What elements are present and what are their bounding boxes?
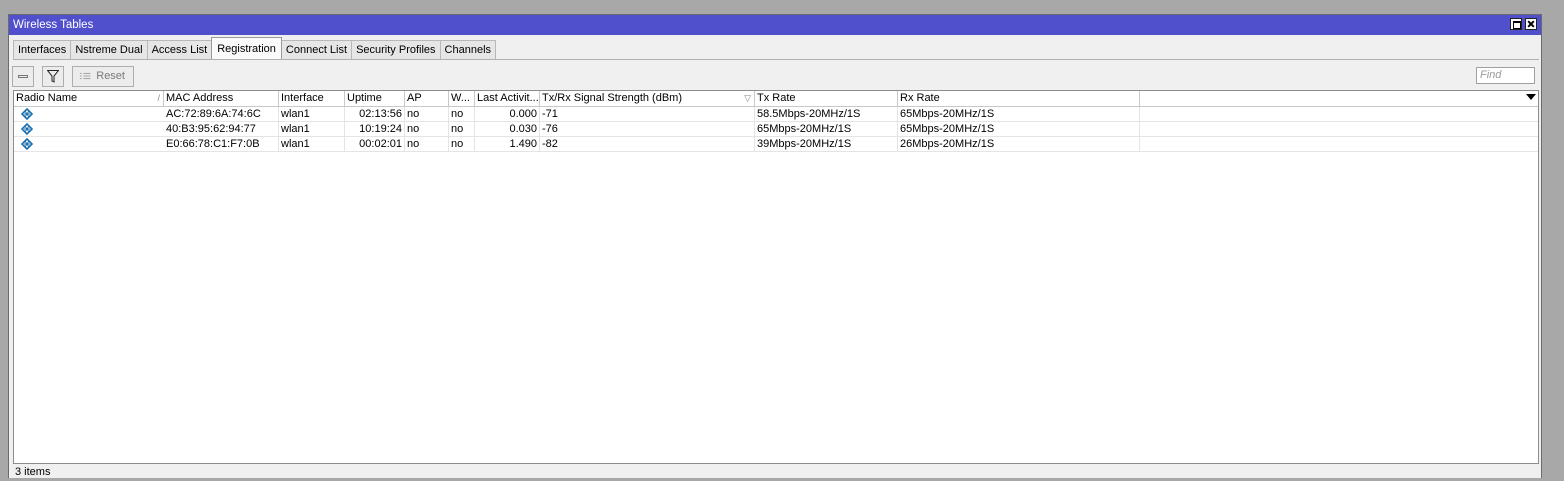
cell-interface: wlan1 bbox=[279, 137, 345, 151]
cell-interface: wlan1 bbox=[279, 107, 345, 121]
table-row[interactable]: E0:66:78:C1:F7:0B wlan1 00:02:01 no no 1… bbox=[14, 137, 1538, 152]
column-header-rx-rate[interactable]: Rx Rate bbox=[898, 91, 1140, 106]
toolbar: Reset bbox=[12, 65, 134, 87]
cell-w: no bbox=[449, 137, 475, 151]
sort-indicator-icon: / bbox=[157, 93, 160, 103]
cell-uptime: 10:19:24 bbox=[345, 122, 405, 136]
filter-button[interactable] bbox=[42, 65, 64, 87]
filter-icon bbox=[47, 69, 59, 83]
cell-uptime: 02:13:56 bbox=[345, 107, 405, 121]
reset-button[interactable]: Reset bbox=[72, 65, 134, 87]
status-bar-count: 3 items bbox=[15, 466, 51, 478]
cell-mac: E0:66:78:C1:F7:0B bbox=[164, 137, 279, 151]
cell-ap: no bbox=[405, 122, 449, 136]
cell-w: no bbox=[449, 122, 475, 136]
column-header-w[interactable]: W... bbox=[449, 91, 475, 106]
cell-signal: -82 bbox=[540, 137, 755, 151]
wireless-tables-window: Wireless Tables Interfaces Nstreme Dual … bbox=[8, 14, 1542, 478]
column-dropdown-icon[interactable] bbox=[1526, 94, 1536, 100]
cell-last-activity: 0.030 bbox=[475, 122, 540, 136]
cell-ap: no bbox=[405, 137, 449, 151]
tab-security-profiles[interactable]: Security Profiles bbox=[351, 40, 441, 59]
window-titlebar[interactable]: Wireless Tables bbox=[9, 15, 1541, 35]
cell-ap: no bbox=[405, 107, 449, 121]
tab-channels[interactable]: Channels bbox=[439, 40, 497, 59]
cell-tx-rate: 58.5Mbps-20MHz/1S bbox=[755, 107, 898, 121]
cell-rx-rate: 65Mbps-20MHz/1S bbox=[898, 122, 1140, 136]
tab-interfaces[interactable]: Interfaces bbox=[13, 40, 72, 59]
cell-last-activity: 0.000 bbox=[475, 107, 540, 121]
tab-connect-list[interactable]: Connect List bbox=[280, 40, 353, 59]
column-header-last-activity[interactable]: Last Activit... bbox=[475, 91, 540, 106]
minus-icon bbox=[18, 74, 28, 78]
desktop-background-right bbox=[1542, 12, 1564, 478]
cell-rx-rate: 65Mbps-20MHz/1S bbox=[898, 107, 1140, 121]
close-icon[interactable] bbox=[1525, 18, 1537, 30]
tab-nstreme-dual[interactable]: Nstreme Dual bbox=[70, 40, 148, 59]
column-header-interface[interactable]: Interface bbox=[279, 91, 345, 106]
cell-w: no bbox=[449, 107, 475, 121]
column-header-radio-name[interactable]: Radio Name / bbox=[14, 91, 164, 106]
tab-access-list[interactable]: Access List bbox=[146, 40, 213, 59]
find-input[interactable]: Find bbox=[1476, 67, 1535, 84]
cell-mac: AC:72:89:6A:74:6C bbox=[164, 107, 279, 121]
column-header-mac-address[interactable]: MAC Address bbox=[164, 91, 279, 106]
cell-last-activity: 1.490 bbox=[475, 137, 540, 151]
table-row[interactable]: 40:B3:95:62:94:77 wlan1 10:19:24 no no 0… bbox=[14, 122, 1538, 137]
cell-mac: 40:B3:95:62:94:77 bbox=[164, 122, 279, 136]
column-header-tx-rate[interactable]: Tx Rate bbox=[755, 91, 898, 106]
table-row[interactable]: AC:72:89:6A:74:6C wlan1 02:13:56 no no 0… bbox=[14, 107, 1538, 122]
table-header: Radio Name / MAC Address Interface Uptime… bbox=[14, 91, 1538, 107]
reset-label: Reset bbox=[96, 70, 125, 82]
reset-list-icon bbox=[79, 72, 91, 80]
tab-bar: Interfaces Nstreme Dual Access List Regi… bbox=[13, 37, 497, 60]
maximize-icon[interactable] bbox=[1510, 18, 1522, 30]
cell-signal: -76 bbox=[540, 122, 755, 136]
wireless-station-icon bbox=[20, 108, 34, 120]
cell-tx-rate: 39Mbps-20MHz/1S bbox=[755, 137, 898, 151]
column-header-uptime[interactable]: Uptime bbox=[345, 91, 405, 106]
registration-table: Radio Name / MAC Address Interface Uptime… bbox=[13, 90, 1539, 464]
remove-button[interactable] bbox=[12, 65, 34, 87]
window-title: Wireless Tables bbox=[13, 19, 94, 31]
cell-uptime: 00:02:01 bbox=[345, 137, 405, 151]
cell-interface: wlan1 bbox=[279, 122, 345, 136]
cell-tx-rate: 65Mbps-20MHz/1S bbox=[755, 122, 898, 136]
column-header-signal-strength[interactable]: Tx/Rx Signal Strength (dBm) ▽ bbox=[540, 91, 755, 106]
cell-rx-rate: 26Mbps-20MHz/1S bbox=[898, 137, 1140, 151]
wireless-station-icon bbox=[20, 123, 34, 135]
tab-registration[interactable]: Registration bbox=[211, 37, 282, 59]
cell-signal: -71 bbox=[540, 107, 755, 121]
sort-down-icon: ▽ bbox=[744, 93, 751, 103]
desktop-background bbox=[0, 0, 1564, 12]
wireless-station-icon bbox=[20, 138, 34, 150]
column-header-ap[interactable]: AP bbox=[405, 91, 449, 106]
